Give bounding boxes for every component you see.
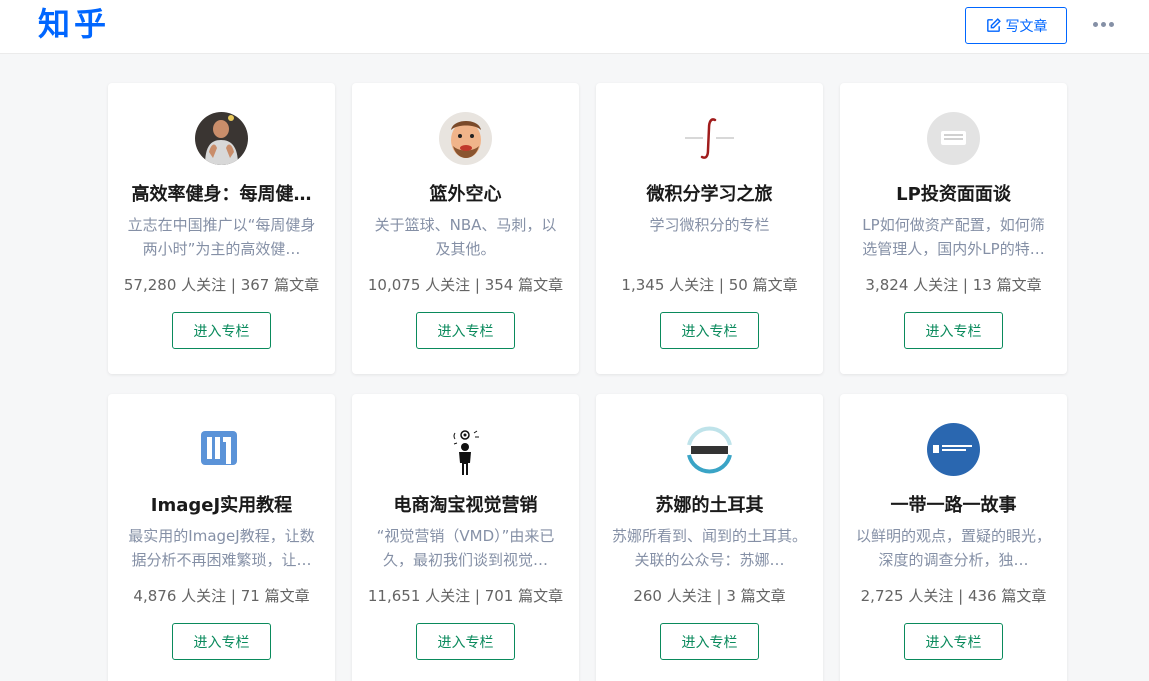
- column-description: 以鲜明的观点，置疑的眼光，深度的调查分析，独…: [856, 527, 1051, 569]
- column-description: 关于篮球、NBA、马刺，以及其他。: [374, 216, 557, 258]
- enter-column-button[interactable]: 进入专栏: [660, 623, 759, 660]
- enter-column-button[interactable]: 进入专栏: [172, 312, 271, 349]
- column-avatar[interactable]: [927, 423, 980, 476]
- column-grid: 高效率健身：每周健… 立志在中国推广以“每周健身两小时”为主的高效健… 57,2…: [108, 83, 1067, 681]
- dot-icon: [1092, 21, 1098, 27]
- integral-sign-icon: [683, 112, 736, 165]
- dot-icon: [1108, 21, 1114, 27]
- column-stats: 3,824 人关注 | 13 篇文章: [865, 276, 1042, 294]
- top-bar: 知乎 写文章: [0, 0, 1149, 54]
- belt-road-logo-icon: [927, 423, 980, 476]
- enter-column-button[interactable]: 进入专栏: [416, 312, 515, 349]
- column-title[interactable]: ImageJ实用教程: [118, 494, 325, 518]
- column-avatar[interactable]: [683, 112, 736, 165]
- column-description: 立志在中国推广以“每周健身两小时”为主的高效健…: [127, 216, 316, 258]
- column-avatar[interactable]: [439, 423, 492, 476]
- person-photo-icon: [195, 112, 248, 165]
- column-card: 苏娜的土耳其 苏娜所看到、闻到的土耳其。关联的公众号：苏娜… 260 人关注 |…: [596, 394, 823, 681]
- column-stats: 260 人关注 | 3 篇文章: [633, 587, 786, 605]
- column-avatar[interactable]: [195, 423, 248, 476]
- column-card: LP投资面面谈 LP如何做资产配置，如何筛选管理人，国内外LP的特… 3,824…: [840, 83, 1067, 374]
- dot-icon: [1100, 21, 1106, 27]
- cartoon-face-icon: [439, 112, 492, 165]
- column-card: 篮外空心 关于篮球、NBA、马刺，以及其他。 10,075 人关注 | 354 …: [352, 83, 579, 374]
- column-card: ImageJ实用教程 最实用的ImageJ教程，让数据分析不再困难繁琐，让… 4…: [108, 394, 335, 681]
- column-card: 一带一路一故事 以鲜明的观点，置疑的眼光，深度的调查分析，独… 2,725 人关…: [840, 394, 1067, 681]
- column-stats: 4,876 人关注 | 71 篇文章: [133, 587, 310, 605]
- imagej-logo-icon: [195, 423, 248, 476]
- column-stats: 11,651 人关注 | 701 篇文章: [367, 587, 564, 605]
- zhihu-logo[interactable]: 知乎: [38, 4, 110, 44]
- edit-icon: [986, 18, 1001, 32]
- column-card: 电商淘宝视觉营销 “视觉营销（VMD）”由来已久，最初我们谈到视觉… 11,65…: [352, 394, 579, 681]
- column-avatar[interactable]: [439, 112, 492, 165]
- column-stats: 1,345 人关注 | 50 篇文章: [621, 276, 798, 294]
- column-description: 苏娜所看到、闻到的土耳其。关联的公众号：苏娜…: [612, 527, 807, 569]
- default-placeholder-icon: [927, 112, 980, 165]
- figure-icon: [439, 423, 492, 476]
- column-stats: 57,280 人关注 | 367 篇文章: [123, 276, 320, 294]
- column-title[interactable]: 篮外空心: [362, 183, 569, 207]
- column-avatar[interactable]: [927, 112, 980, 165]
- enter-column-button[interactable]: 进入专栏: [172, 623, 271, 660]
- enter-column-button[interactable]: 进入专栏: [904, 623, 1003, 660]
- column-description: 学习微积分的专栏: [649, 216, 770, 234]
- column-avatar[interactable]: [195, 112, 248, 165]
- column-title[interactable]: 电商淘宝视觉营销: [362, 494, 569, 518]
- column-avatar[interactable]: [683, 423, 736, 476]
- column-title[interactable]: LP投资面面谈: [850, 183, 1057, 207]
- column-title[interactable]: 高效率健身：每周健…: [118, 183, 325, 207]
- column-stats: 10,075 人关注 | 354 篇文章: [367, 276, 564, 294]
- column-title[interactable]: 一带一路一故事: [850, 494, 1057, 518]
- column-title[interactable]: 苏娜的土耳其: [606, 494, 813, 518]
- column-stats: 2,725 人关注 | 436 篇文章: [860, 587, 1047, 605]
- enter-column-button[interactable]: 进入专栏: [904, 312, 1003, 349]
- more-menu-button[interactable]: [1088, 12, 1118, 36]
- enter-column-button[interactable]: 进入专栏: [416, 623, 515, 660]
- column-description: LP如何做资产配置，如何筛选管理人，国内外LP的特…: [862, 216, 1045, 258]
- enter-column-button[interactable]: 进入专栏: [660, 312, 759, 349]
- column-title[interactable]: 微积分学习之旅: [606, 183, 813, 207]
- column-description: “视觉营销（VMD）”由来已久，最初我们谈到视觉…: [376, 527, 555, 569]
- write-article-button[interactable]: 写文章: [965, 7, 1067, 44]
- write-article-label: 写文章: [1005, 18, 1048, 35]
- column-card: 高效率健身：每周健… 立志在中国推广以“每周健身两小时”为主的高效健… 57,2…: [108, 83, 335, 374]
- suna-logo-icon: [683, 423, 736, 476]
- column-description: 最实用的ImageJ教程，让数据分析不再困难繁琐，让…: [128, 527, 315, 569]
- column-card: 微积分学习之旅 学习微积分的专栏 1,345 人关注 | 50 篇文章 进入专栏: [596, 83, 823, 374]
